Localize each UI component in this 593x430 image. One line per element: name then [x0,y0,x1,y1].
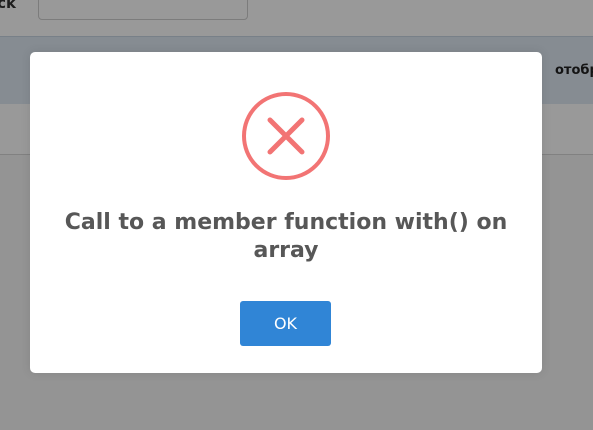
error-dialog: Call to a member function with() on arra… [30,52,542,373]
error-x-icon [242,92,330,180]
error-message: Call to a member function with() on arra… [64,210,508,263]
ok-button[interactable]: OK [240,301,331,346]
